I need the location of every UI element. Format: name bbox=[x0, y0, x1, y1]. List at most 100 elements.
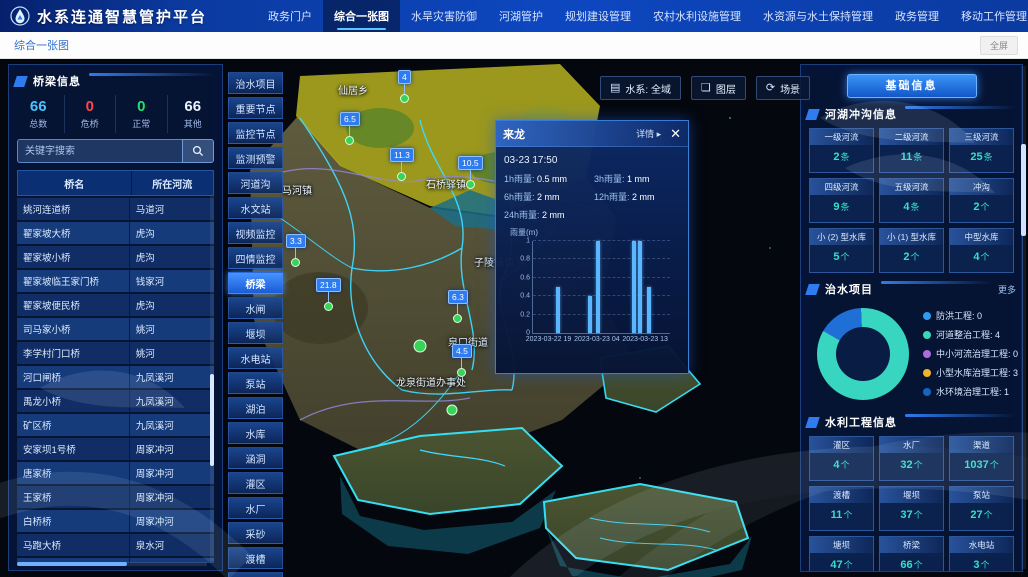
table-vertical-scrollbar[interactable] bbox=[210, 196, 214, 561]
table-body: 姚河连道桥马道河翟家坡大桥虎沟翟家坡小桥虎沟翟家坡临王家门桥钱家河翟家坡便民桥虎… bbox=[17, 198, 214, 563]
facility-menu-item-1[interactable]: 重要节点 bbox=[228, 97, 283, 119]
facility-menu-item-2[interactable]: 监控节点 bbox=[228, 122, 283, 144]
breadcrumb[interactable]: 综合一张图 bbox=[0, 37, 980, 53]
map-control-2[interactable]: ⟳场景 bbox=[756, 76, 810, 100]
scroll-thumb[interactable] bbox=[210, 374, 214, 466]
facility-menu-item-5[interactable]: 水文站 bbox=[228, 197, 283, 219]
more-link[interactable]: 更多 bbox=[998, 283, 1016, 296]
facility-card-4[interactable]: 堰坝37个 bbox=[879, 486, 944, 531]
gridline: 0.6 bbox=[533, 277, 670, 278]
river-card-2[interactable]: 三级河流25条 bbox=[949, 128, 1014, 173]
facility-menu-item-0[interactable]: 治水项目 bbox=[228, 72, 283, 94]
facility-menu-item-20[interactable]: 堰闸 bbox=[228, 572, 283, 577]
close-icon[interactable]: ✕ bbox=[670, 127, 681, 140]
river-card-5[interactable]: 冲沟2个 bbox=[949, 178, 1014, 223]
fullscreen-button[interactable]: 全屏 bbox=[980, 36, 1018, 55]
facility-menu-item-12[interactable]: 泵站 bbox=[228, 372, 283, 394]
facility-menu-item-13[interactable]: 湖泊 bbox=[228, 397, 283, 419]
river-card-3[interactable]: 四级河流9条 bbox=[809, 178, 874, 223]
card-label: 一级河流 bbox=[810, 129, 873, 145]
facility-menu-item-11[interactable]: 水电站 bbox=[228, 347, 283, 369]
nav-item-5[interactable]: 农村水利设施管理 bbox=[642, 0, 752, 32]
river-card-7[interactable]: 小 (1) 型水库2个 bbox=[879, 228, 944, 273]
chart-plot-area: 00.20.40.60.81 bbox=[532, 241, 670, 334]
table-row[interactable]: 矿区桥九凤溪河 bbox=[17, 414, 214, 436]
marker-stem bbox=[461, 358, 462, 368]
table-horizontal-scrollbar[interactable] bbox=[17, 562, 207, 566]
basic-info-button[interactable]: 基础信息 bbox=[847, 74, 977, 98]
facility-menu-item-9[interactable]: 水闸 bbox=[228, 297, 283, 319]
facility-card-8[interactable]: 水电站3个 bbox=[949, 536, 1014, 571]
table-row[interactable]: 白桥桥周家冲河 bbox=[17, 510, 214, 532]
facility-card-6[interactable]: 塘坝47个 bbox=[809, 536, 874, 571]
table-row[interactable]: 翟家坡便民桥虎沟 bbox=[17, 294, 214, 316]
facility-menu-item-7[interactable]: 四情监控 bbox=[228, 247, 283, 269]
marker-stem bbox=[349, 126, 350, 136]
river-card-1[interactable]: 二级河流11条 bbox=[879, 128, 944, 173]
table-row[interactable]: 禹龙小桥九凤溪河 bbox=[17, 390, 214, 412]
river-card-8[interactable]: 中型水库4个 bbox=[949, 228, 1014, 273]
right-panel-scrollbar[interactable] bbox=[1021, 66, 1026, 569]
rain-bar-5 bbox=[647, 287, 651, 333]
table-row[interactable]: 翟家坡小桥虎沟 bbox=[17, 246, 214, 268]
table-row[interactable]: 司马家小桥姚河 bbox=[17, 318, 214, 340]
facility-menu-item-4[interactable]: 河道沟 bbox=[228, 172, 283, 194]
river-card-0[interactable]: 一级河流2条 bbox=[809, 128, 874, 173]
table-row[interactable]: 王家桥周家冲河 bbox=[17, 486, 214, 508]
water-level-marker-5[interactable]: 21.8 bbox=[316, 278, 341, 311]
river-card-6[interactable]: 小 (2) 型水库5个 bbox=[809, 228, 874, 273]
card-unit: 个 bbox=[844, 560, 853, 570]
map-stage[interactable]: 仙居乡马河镇石桥驿镇子陵铺镇泉口街道龙泉街道办事处46.511.310.53.3… bbox=[0, 58, 1028, 577]
facility-card-5[interactable]: 泵站27个 bbox=[949, 486, 1014, 531]
water-level-marker-0[interactable]: 4 bbox=[398, 70, 411, 103]
facility-menu-item-19[interactable]: 渡槽 bbox=[228, 547, 283, 569]
nav-item-3[interactable]: 河湖管护 bbox=[488, 0, 554, 32]
nav-item-4[interactable]: 规划建设管理 bbox=[554, 0, 642, 32]
river-card-4[interactable]: 五级河流4条 bbox=[879, 178, 944, 223]
scroll-thumb[interactable] bbox=[1021, 144, 1026, 236]
nav-item-0[interactable]: 政务门户 bbox=[257, 0, 323, 32]
table-row[interactable]: 姚河连道桥马道河 bbox=[17, 198, 214, 220]
map-control-1[interactable]: ❏图层 bbox=[691, 76, 746, 100]
marker-stem bbox=[401, 162, 402, 172]
nav-item-7[interactable]: 政务管理 bbox=[884, 0, 950, 32]
facility-menu-item-6[interactable]: 视频监控 bbox=[228, 222, 283, 244]
facility-menu-item-10[interactable]: 堰坝 bbox=[228, 322, 283, 344]
table-row[interactable]: 唐家桥周家冲河 bbox=[17, 462, 214, 484]
map-control-0[interactable]: ▤水系: 全域 bbox=[600, 76, 681, 100]
nav-item-6[interactable]: 水资源与水土保持管理 bbox=[752, 0, 884, 32]
facility-card-1[interactable]: 水厂32个 bbox=[879, 436, 944, 481]
facility-menu-item-18[interactable]: 采砂 bbox=[228, 522, 283, 544]
table-row[interactable]: 翟家坡大桥虎沟 bbox=[17, 222, 214, 244]
facility-card-7[interactable]: 桥梁66个 bbox=[879, 536, 944, 571]
facility-menu-item-15[interactable]: 涵洞 bbox=[228, 447, 283, 469]
facility-card-0[interactable]: 灌区4个 bbox=[809, 436, 874, 481]
facility-menu-item-17[interactable]: 水厂 bbox=[228, 497, 283, 519]
water-level-marker-4[interactable]: 3.3 bbox=[286, 234, 306, 267]
facility-menu-item-14[interactable]: 水库 bbox=[228, 422, 283, 444]
table-row[interactable]: 翟家坡临王家门桥钱家河 bbox=[17, 270, 214, 292]
cell-river: 虎沟 bbox=[129, 246, 214, 268]
nav-item-1[interactable]: 综合一张图 bbox=[323, 0, 400, 32]
water-level-marker-6[interactable]: 6.3 bbox=[448, 290, 468, 323]
search-button[interactable] bbox=[182, 139, 214, 163]
scroll-thumb[interactable] bbox=[17, 562, 127, 566]
facility-card-2[interactable]: 渠道1037个 bbox=[949, 436, 1014, 481]
table-row[interactable]: 李学村门口桥姚河 bbox=[17, 342, 214, 364]
facility-card-3[interactable]: 渡槽11个 bbox=[809, 486, 874, 531]
facility-menu-item-16[interactable]: 灌区 bbox=[228, 472, 283, 494]
detail-link[interactable]: 详情 ▸ bbox=[636, 127, 661, 140]
water-level-marker-2[interactable]: 11.3 bbox=[390, 148, 414, 181]
table-row[interactable]: 河口闸桥九凤溪河 bbox=[17, 366, 214, 388]
water-level-marker-1[interactable]: 6.5 bbox=[340, 112, 360, 145]
facility-menu-item-3[interactable]: 监测预警 bbox=[228, 147, 283, 169]
card-unit: 条 bbox=[984, 152, 993, 162]
nav-item-8[interactable]: 移动工作管理 bbox=[950, 0, 1028, 32]
search-input[interactable] bbox=[17, 139, 182, 163]
water-level-marker-7[interactable]: 4.5 bbox=[452, 344, 472, 377]
nav-item-2[interactable]: 水旱灾害防御 bbox=[400, 0, 488, 32]
water-level-marker-3[interactable]: 10.5 bbox=[458, 156, 483, 189]
table-row[interactable]: 马跑大桥泉水河 bbox=[17, 534, 214, 556]
facility-menu-item-8[interactable]: 桥梁 bbox=[228, 272, 283, 294]
table-row[interactable]: 安家坝1号桥周家冲河 bbox=[17, 438, 214, 460]
